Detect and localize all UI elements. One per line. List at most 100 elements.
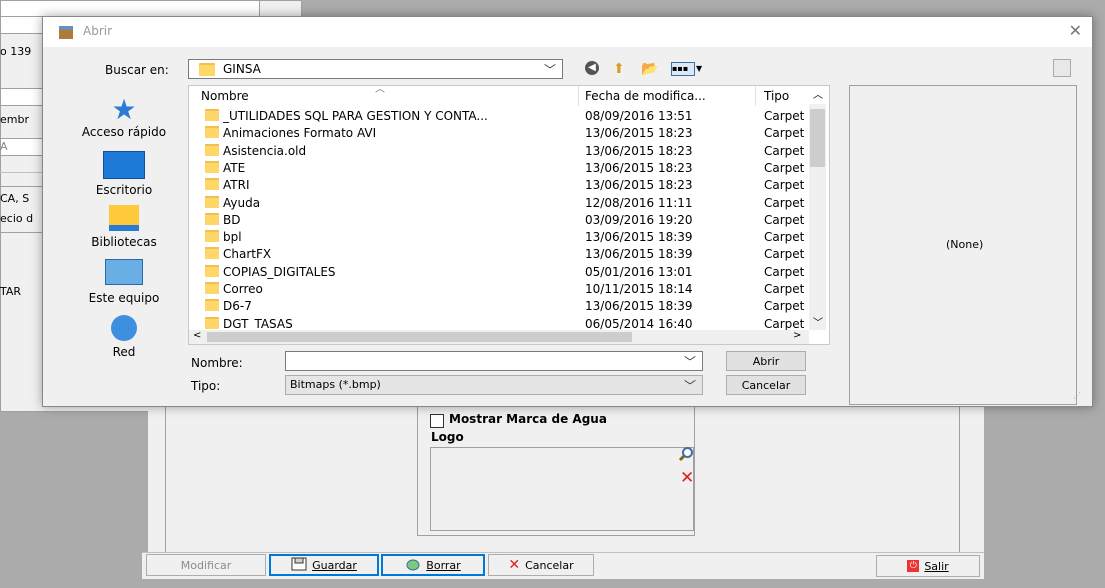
- place-desktop[interactable]: Escritorio: [59, 151, 189, 197]
- column-header-type[interactable]: Tipo: [764, 86, 789, 106]
- file-row[interactable]: D6-7 13/06/2015 18:39 Carpet: [189, 298, 809, 315]
- filetype-select[interactable]: Bitmaps (*.bmp) ﹀: [285, 375, 703, 395]
- save-icon: [291, 557, 307, 574]
- folder-icon: [205, 230, 219, 243]
- file-row[interactable]: Asistencia.old 13/06/2015 18:23 Carpet: [189, 143, 809, 160]
- scroll-thumb[interactable]: [207, 332, 632, 342]
- eraser-icon: [405, 557, 421, 574]
- delete-button-label: Borrar: [426, 558, 461, 572]
- cancel-button-label: Cancelar: [741, 378, 791, 392]
- file-name: Correo: [223, 282, 263, 296]
- view-menu-icon[interactable]: ▪▪▪ ▼: [671, 62, 702, 76]
- file-type: Carpet: [764, 160, 805, 175]
- file-row[interactable]: COPIAS_DIGITALES 05/01/2016 13:01 Carpet: [189, 264, 809, 281]
- folder-icon: [205, 109, 219, 121]
- folder-icon: [205, 195, 219, 208]
- filename-input[interactable]: ﹀: [285, 351, 703, 371]
- file-date: 13/06/2015 18:23: [585, 143, 693, 158]
- column-divider: [578, 86, 579, 106]
- watermark-checkbox-label: Mostrar Marca de Agua: [449, 412, 607, 426]
- scroll-down-icon: ﹀: [813, 318, 823, 329]
- chevron-down-icon: ﹀: [683, 379, 696, 393]
- filename-label: Nombre:: [191, 356, 243, 370]
- open-button-label: Abrir: [752, 354, 780, 368]
- back-icon[interactable]: ◀: [585, 61, 599, 75]
- cancel-x-icon: ✕: [508, 557, 521, 573]
- file-row[interactable]: bpl 13/06/2015 18:39 Carpet: [189, 229, 809, 246]
- column-header-date[interactable]: Fecha de modifica...: [585, 86, 706, 106]
- delete-logo-icon[interactable]: ✕: [680, 468, 694, 488]
- place-label: Escritorio: [95, 183, 153, 197]
- watermark-checkbox[interactable]: [430, 414, 444, 428]
- file-row[interactable]: BD 03/09/2016 19:20 Carpet: [189, 212, 809, 229]
- cancel-app-button[interactable]: ✕ Cancelar: [488, 554, 594, 576]
- up-folder-icon[interactable]: ⬆: [613, 61, 625, 77]
- vertical-scrollbar[interactable]: ︿ ﹀: [809, 90, 826, 330]
- file-date: 13/06/2015 18:39: [585, 247, 693, 262]
- place-this-pc[interactable]: Este equipo: [59, 259, 189, 305]
- save-button[interactable]: Guardar: [269, 554, 379, 576]
- file-date: 06/05/2014 16:40: [585, 316, 693, 331]
- background-field-text: embr: [0, 113, 29, 126]
- file-date: 03/09/2016 19:20: [585, 212, 693, 227]
- modify-button-label: Modificar: [180, 558, 232, 572]
- file-row[interactable]: Correo 10/11/2015 18:14 Carpet: [189, 281, 809, 298]
- place-libraries[interactable]: Bibliotecas: [59, 205, 189, 249]
- place-label: Red: [112, 345, 136, 359]
- file-type: Carpet: [764, 316, 805, 331]
- file-name: ChartFX: [223, 247, 272, 262]
- computer-icon: [105, 259, 143, 285]
- preview-toggle-icon[interactable]: [1053, 59, 1071, 77]
- place-label: Este equipo: [88, 291, 160, 305]
- file-date: 13/06/2015 18:39: [585, 299, 693, 314]
- background-field-text: o 139: [0, 45, 32, 58]
- look-in-combo[interactable]: GINSA ﹀: [188, 59, 563, 79]
- exit-button[interactable]: ⏻ Salir: [876, 555, 980, 577]
- place-network[interactable]: Red: [59, 315, 189, 359]
- file-name: Animaciones Formato AVI: [223, 126, 377, 141]
- modify-button[interactable]: Modificar: [146, 554, 266, 576]
- cancel-button[interactable]: Cancelar: [726, 375, 806, 395]
- background-divider: [0, 232, 42, 233]
- look-in-label: Buscar en:: [105, 63, 169, 77]
- close-icon[interactable]: ✕: [1069, 21, 1082, 40]
- file-type: Carpet: [764, 109, 805, 123]
- resize-grip-icon[interactable]: ⋰: [1073, 391, 1081, 400]
- folder-icon: [205, 126, 219, 139]
- file-name: Ayuda: [223, 195, 261, 210]
- file-row[interactable]: _UTILIDADES SQL PARA GESTION Y CONTA... 0…: [189, 108, 809, 125]
- column-header-name[interactable]: Nombre: [201, 86, 249, 106]
- file-name: COPIAS_DIGITALES: [223, 264, 336, 279]
- file-type: Carpet: [764, 126, 805, 141]
- background-field-text: CA, S: [0, 192, 30, 205]
- file-list[interactable]: Nombre ︿ Fecha de modifica... Tipo _UTIL…: [188, 85, 830, 345]
- file-type: Carpet: [764, 143, 805, 158]
- star-icon: ★: [111, 93, 137, 126]
- file-row[interactable]: ChartFX 13/06/2015 18:39 Carpet: [189, 246, 809, 263]
- place-quick-access[interactable]: ★ Acceso rápido: [59, 93, 189, 140]
- background-input-3[interactable]: [0, 88, 44, 106]
- chevron-down-icon: ﹀: [543, 63, 556, 77]
- file-row[interactable]: Animaciones Formato AVI 13/06/2015 18:23 C…: [189, 125, 809, 142]
- file-date: 10/11/2015 18:14: [585, 282, 693, 296]
- look-in-value: GINSA: [223, 62, 261, 76]
- file-name: bpl: [223, 230, 242, 245]
- column-divider: [755, 86, 756, 106]
- file-name: Asistencia.old: [223, 143, 307, 158]
- scroll-thumb[interactable]: [810, 109, 825, 167]
- file-type: Carpet: [764, 299, 805, 314]
- horizontal-scrollbar[interactable]: < >: [189, 330, 809, 344]
- new-folder-icon[interactable]: 📂: [641, 61, 658, 77]
- file-row[interactable]: ATE 13/06/2015 18:23 Carpet: [189, 160, 809, 177]
- open-button[interactable]: Abrir: [726, 351, 806, 371]
- file-date: 08/09/2016 13:51: [585, 109, 693, 123]
- search-logo-icon[interactable]: [678, 446, 694, 465]
- file-row[interactable]: ATRI 13/06/2015 18:23 Carpet: [189, 177, 809, 194]
- scroll-left-icon: <: [193, 330, 202, 341]
- open-file-dialog: Abrir ✕ Buscar en: GINSA ﹀ ◀ ⬆ 📂 ▪▪▪ ▼ ★ …: [42, 16, 1093, 407]
- file-type: Carpet: [764, 230, 805, 245]
- delete-button[interactable]: Borrar: [381, 554, 485, 576]
- file-date: 12/08/2016 11:11: [585, 195, 693, 210]
- file-name: BD: [223, 212, 241, 227]
- file-row[interactable]: Ayuda 12/08/2016 11:11 Carpet: [189, 195, 809, 212]
